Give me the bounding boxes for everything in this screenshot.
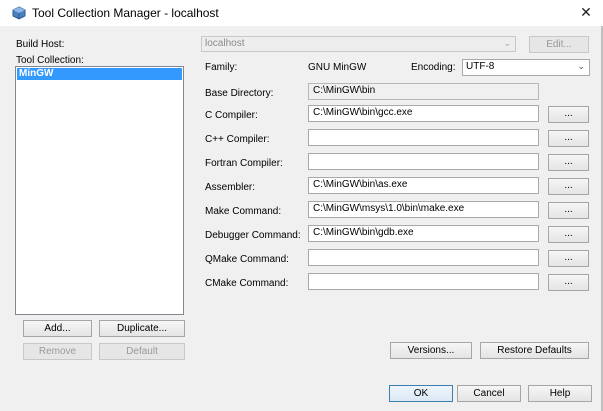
build-host-label: Build Host: xyxy=(16,39,65,50)
encoding-select[interactable]: UTF-8 ⌄ xyxy=(462,59,590,76)
close-icon[interactable]: ✕ xyxy=(578,4,594,21)
cancel-button[interactable]: Cancel xyxy=(457,385,521,402)
fortran-compiler-field[interactable] xyxy=(308,153,539,170)
fortran-compiler-browse-button[interactable]: ... xyxy=(548,154,589,171)
remove-button[interactable]: Remove xyxy=(23,343,92,360)
debugger-command-browse-button[interactable]: ... xyxy=(548,226,589,243)
add-button[interactable]: Add... xyxy=(23,320,92,337)
chevron-down-icon: ⌄ xyxy=(503,38,511,48)
make-command-field[interactable]: C:\MinGW\msys\1.0\bin\make.exe xyxy=(308,201,539,218)
edit-host-button[interactable]: Edit... xyxy=(529,36,589,53)
fortran-compiler-label: Fortran Compiler: xyxy=(205,158,283,169)
duplicate-button[interactable]: Duplicate... xyxy=(99,320,185,337)
cube-icon xyxy=(12,6,26,20)
cmake-command-browse-button[interactable]: ... xyxy=(548,274,589,291)
cmake-command-field[interactable] xyxy=(308,273,539,290)
encoding-label: Encoding: xyxy=(411,62,456,73)
c-compiler-field[interactable]: C:\MinGW\bin\gcc.exe xyxy=(308,105,539,122)
cmake-command-label: CMake Command: xyxy=(205,278,289,289)
qmake-command-browse-button[interactable]: ... xyxy=(548,250,589,267)
build-host-value: localhost xyxy=(205,38,245,49)
cpp-compiler-label: C++ Compiler: xyxy=(205,134,270,145)
make-command-label: Make Command: xyxy=(205,206,282,217)
cpp-compiler-browse-button[interactable]: ... xyxy=(548,130,589,147)
debugger-command-label: Debugger Command: xyxy=(205,230,301,241)
default-button[interactable]: Default xyxy=(99,343,185,360)
c-compiler-browse-button[interactable]: ... xyxy=(548,106,589,123)
title-bar: Tool Collection Manager - localhost ✕ xyxy=(0,0,603,26)
cpp-compiler-field[interactable] xyxy=(308,129,539,146)
assembler-field[interactable]: C:\MinGW\bin\as.exe xyxy=(308,177,539,194)
help-button[interactable]: Help xyxy=(528,385,592,402)
base-directory-field[interactable]: C:\MinGW\bin xyxy=(308,83,539,100)
family-value: GNU MinGW xyxy=(308,62,367,73)
base-directory-label: Base Directory: xyxy=(205,88,274,99)
assembler-label: Assembler: xyxy=(205,182,256,193)
list-item[interactable]: MinGW xyxy=(17,68,182,80)
family-label: Family: xyxy=(205,62,238,73)
tool-collection-list[interactable]: MinGW xyxy=(15,66,184,315)
make-command-browse-button[interactable]: ... xyxy=(548,202,589,219)
encoding-value: UTF-8 xyxy=(466,61,495,72)
qmake-command-field[interactable] xyxy=(308,249,539,266)
versions-button[interactable]: Versions... xyxy=(390,342,472,359)
window-title: Tool Collection Manager - localhost xyxy=(32,6,219,20)
c-compiler-label: C Compiler: xyxy=(205,110,258,121)
tool-collection-label: Tool Collection: xyxy=(16,55,84,66)
build-host-select[interactable]: localhost ⌄ xyxy=(201,36,516,52)
ok-button[interactable]: OK xyxy=(389,385,453,402)
debugger-command-field[interactable]: C:\MinGW\bin\gdb.exe xyxy=(308,225,539,242)
chevron-down-icon: ⌄ xyxy=(577,61,585,71)
qmake-command-label: QMake Command: xyxy=(205,254,289,265)
restore-defaults-button[interactable]: Restore Defaults xyxy=(480,342,589,359)
assembler-browse-button[interactable]: ... xyxy=(548,178,589,195)
